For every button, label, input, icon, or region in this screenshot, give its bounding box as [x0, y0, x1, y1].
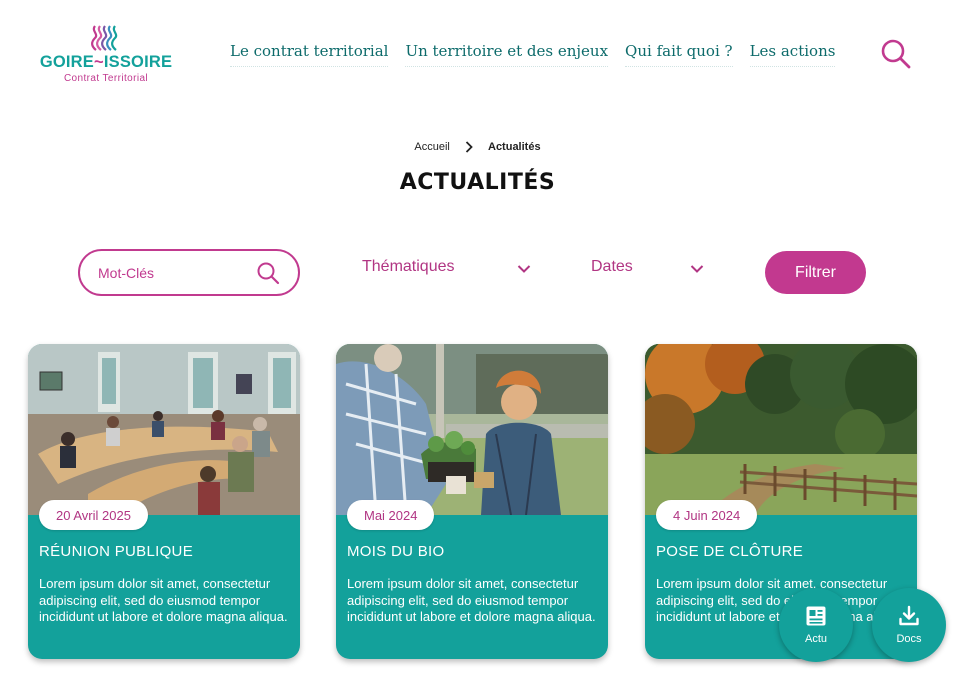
download-icon: [899, 605, 919, 626]
logo-subtitle: Contrat Territorial: [63, 73, 149, 84]
thematiques-select[interactable]: Thématiques: [362, 258, 531, 276]
news-fab-button[interactable]: Actu: [779, 588, 853, 662]
keyword-input[interactable]: [98, 264, 248, 281]
chevron-down-icon: [690, 265, 704, 273]
date-badge: Mai 2024: [347, 500, 435, 530]
date-badge: 4 Juin 2024: [656, 500, 758, 530]
filter-button[interactable]: Filtrer: [765, 251, 866, 294]
site-logo[interactable]: GOIRE~ISSOIRE Contrat Territorial: [34, 24, 178, 88]
nav-item-territoire[interactable]: Un territoire et des enjeux: [405, 42, 609, 67]
nav-item-qui-fait-quoi[interactable]: Qui fait quoi ?: [625, 42, 733, 67]
header-search-button[interactable]: [880, 38, 912, 70]
docs-fab-button[interactable]: Docs: [872, 588, 946, 662]
page-title: ACTUALITÉS: [399, 170, 556, 195]
nav-item-contrat[interactable]: Le contrat territorial: [230, 42, 389, 67]
news-card[interactable]: Mai 2024 MOIS DU BIO Lorem ipsum dolor s…: [336, 344, 608, 659]
search-icon: [881, 39, 911, 69]
keyword-search-box: [78, 249, 300, 296]
fab-label: Actu: [804, 633, 827, 645]
date-badge: 20 Avril 2025: [39, 500, 148, 530]
nav-item-actions[interactable]: Les actions: [749, 42, 836, 67]
wooden-fence-photo: [645, 344, 917, 515]
newspaper-icon: [806, 606, 826, 626]
dates-label: Dates: [591, 258, 633, 275]
wave-logo-icon: [91, 25, 118, 51]
chevron-right-icon: [465, 141, 473, 153]
breadcrumb-current: Actualités: [488, 141, 541, 153]
plants-exchange-photo: [336, 344, 608, 515]
card-title: POSE DE CLÔTURE: [656, 543, 804, 560]
fab-label: Docs: [896, 633, 922, 645]
card-excerpt: Lorem ipsum dolor sit amet, consectetur …: [347, 576, 596, 624]
breadcrumb-home[interactable]: Accueil: [414, 141, 449, 153]
search-icon[interactable]: [256, 261, 280, 285]
logo-text: GOIRE~ISSOIRE: [39, 53, 173, 71]
news-card[interactable]: 20 Avril 2025 RÉUNION PUBLIQUE Lorem ips…: [28, 344, 300, 659]
card-excerpt: Lorem ipsum dolor sit amet, consectetur …: [39, 576, 288, 624]
thematiques-label: Thématiques: [362, 258, 455, 275]
breadcrumb: Accueil Actualités: [0, 141, 955, 153]
chevron-down-icon: [517, 265, 531, 273]
card-title: MOIS DU BIO: [347, 543, 445, 560]
card-title: RÉUNION PUBLIQUE: [39, 543, 193, 560]
dates-select[interactable]: Dates: [591, 258, 704, 276]
meeting-room-photo: [28, 344, 300, 515]
main-nav: Le contrat territorial Un territoire et …: [230, 42, 852, 67]
